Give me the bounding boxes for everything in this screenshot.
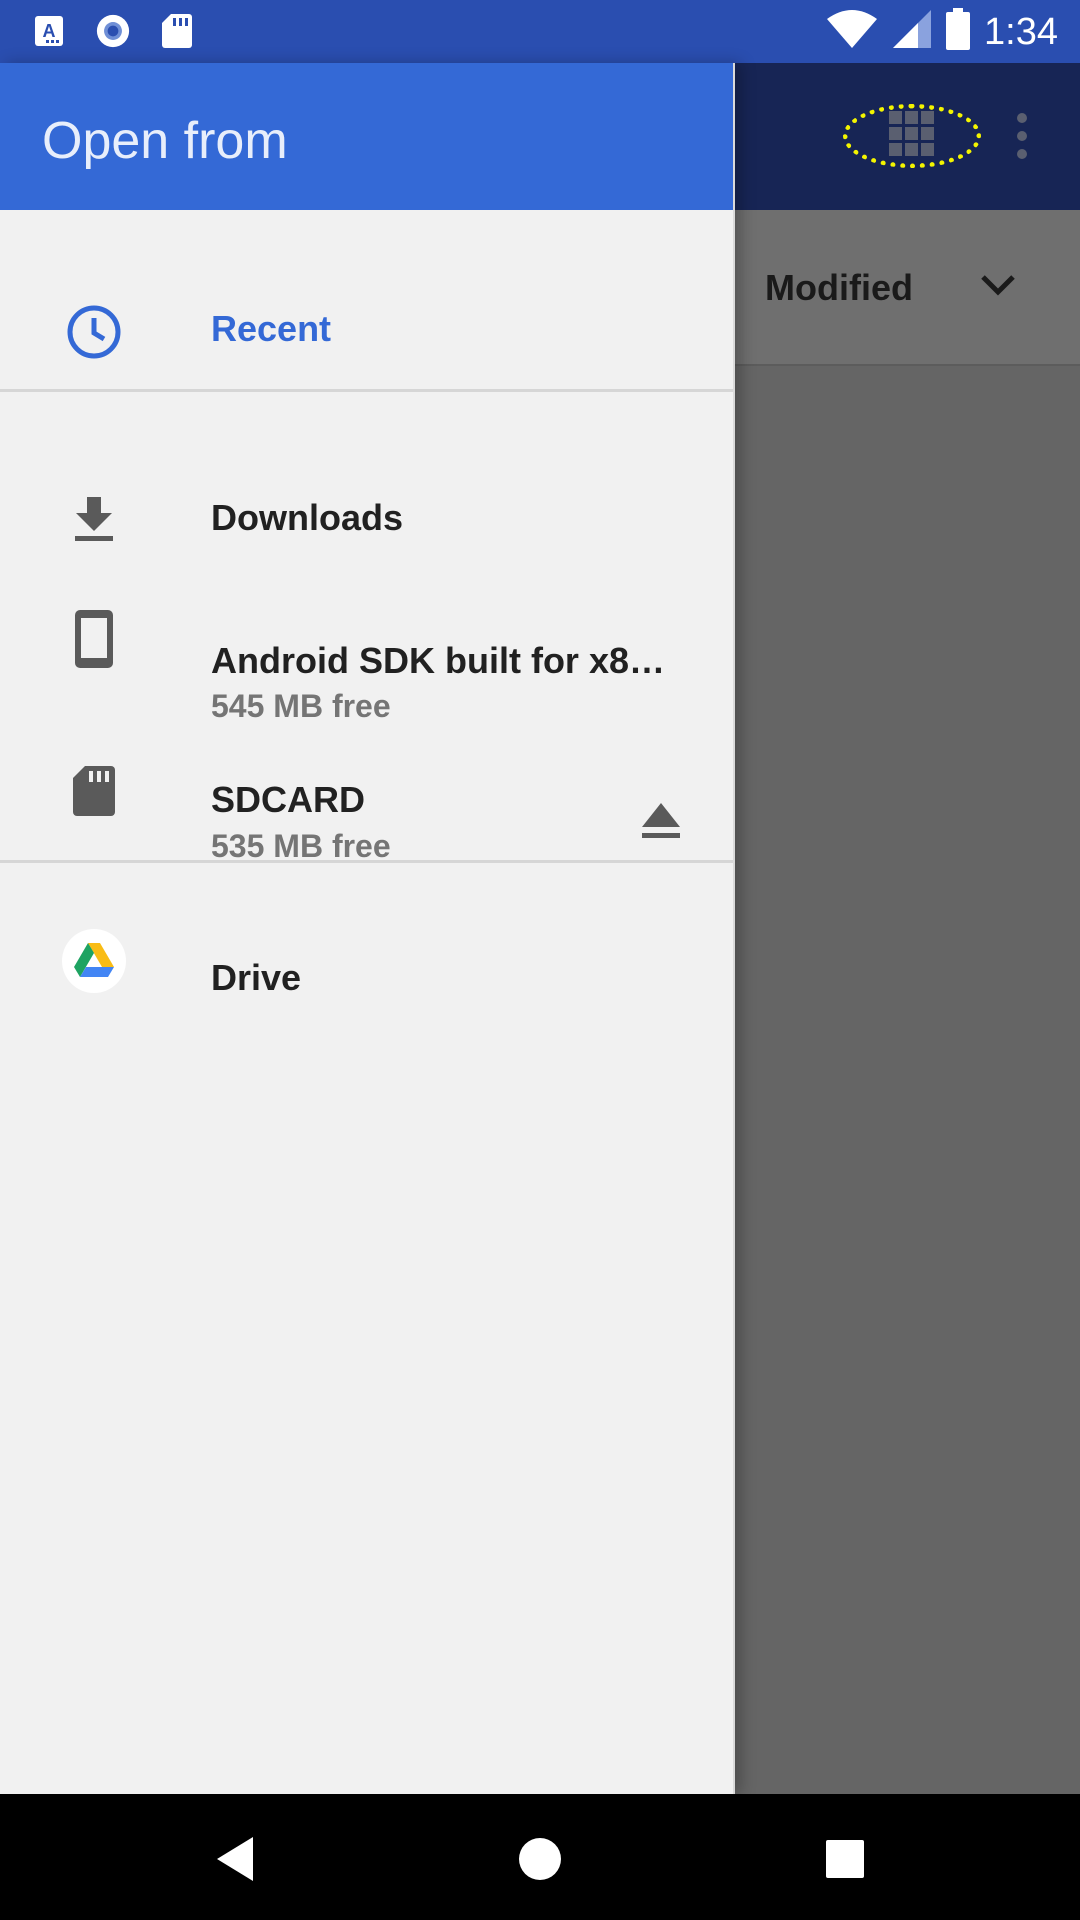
system-navigation-bar <box>0 1794 1080 1920</box>
download-icon <box>60 485 128 553</box>
divider <box>0 389 733 392</box>
sort-bar: Modified <box>735 210 1080 366</box>
drawer-item-downloads[interactable]: Downloads <box>0 463 733 573</box>
drawer-item-label: Android SDK built for x8… <box>211 640 665 681</box>
highlight-ring <box>843 104 981 168</box>
sort-label[interactable]: Modified <box>765 267 913 309</box>
phone-icon <box>60 605 128 673</box>
sd-card-icon <box>60 757 128 825</box>
recents-button[interactable] <box>815 1829 875 1889</box>
drive-icon <box>60 927 128 995</box>
drawer-header: Open from <box>0 63 733 210</box>
drawer-item-label: Drive <box>211 957 302 998</box>
back-button[interactable] <box>205 1829 265 1889</box>
home-button[interactable] <box>510 1829 570 1889</box>
drawer-item-recent[interactable]: Recent <box>0 210 733 453</box>
recents-icon <box>826 1840 864 1878</box>
drawer-item-label: SDCARD <box>211 779 366 820</box>
eject-icon[interactable] <box>640 801 682 841</box>
chevron-down-icon[interactable] <box>978 270 1018 300</box>
clock: 1:34 <box>984 10 1058 53</box>
status-bar: A 1:34 <box>0 0 1080 63</box>
grid-view-button[interactable] <box>843 104 981 168</box>
drawer-title: Open from <box>42 112 288 170</box>
drawer-item-label: Recent <box>211 308 332 349</box>
more-vert-icon <box>1017 113 1027 159</box>
more-options-button[interactable] <box>1010 112 1034 160</box>
back-icon <box>217 1837 253 1881</box>
svg-text:A: A <box>43 21 56 41</box>
drawer-item-device-storage[interactable]: Android SDK built for x8… 545 MB free <box>0 573 733 724</box>
record-icon <box>96 14 130 48</box>
signal-icon <box>892 9 932 54</box>
wifi-icon <box>826 9 878 54</box>
battery-icon <box>946 8 971 55</box>
divider <box>0 860 733 863</box>
navigation-drawer: Open from Recent Downloads Android SDK b… <box>0 63 735 1794</box>
drawer-item-sdcard[interactable]: SDCARD 535 MB free <box>0 713 733 864</box>
home-icon <box>519 1838 561 1880</box>
drawer-item-drive[interactable]: Drive <box>0 913 733 1033</box>
text-a-icon: A <box>32 14 66 48</box>
clock-icon <box>60 298 128 366</box>
sd-card-icon <box>160 14 194 48</box>
drawer-item-label: Downloads <box>211 497 404 538</box>
